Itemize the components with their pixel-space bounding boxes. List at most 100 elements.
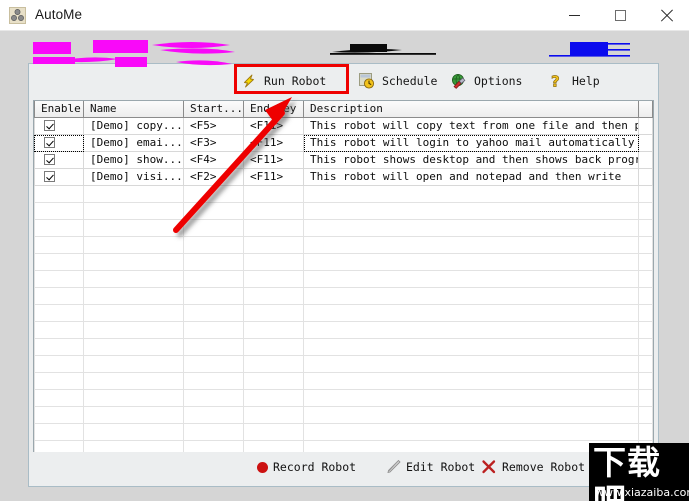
window-title: AutoMe xyxy=(35,7,83,22)
lightning-bolt-icon xyxy=(241,73,257,89)
empty-cell xyxy=(639,356,653,373)
enable-checkbox[interactable] xyxy=(44,120,55,131)
record-robot-button[interactable]: Record Robot xyxy=(257,458,356,476)
run-robot-button[interactable]: Run Robot xyxy=(241,68,326,93)
column-header-end-key[interactable]: End Key xyxy=(244,101,304,117)
empty-cell xyxy=(304,407,639,424)
table-row[interactable]: [Demo] emai... <F3> <F11> This robot wil… xyxy=(34,135,653,152)
help-button[interactable]: ? Help xyxy=(549,68,600,93)
column-header-name[interactable]: Name xyxy=(84,101,184,117)
bottom-toolbar: Record Robot Edit Robot Remove Robot xyxy=(33,452,689,484)
empty-cell xyxy=(184,424,244,441)
empty-cell xyxy=(34,339,84,356)
table-row[interactable]: [Demo] copy... <F5> <F11> This robot wil… xyxy=(34,118,653,135)
enable-checkbox[interactable] xyxy=(44,137,55,148)
empty-cell xyxy=(639,288,653,305)
options-button[interactable]: Options xyxy=(451,68,522,93)
empty-row xyxy=(34,373,653,390)
empty-cell xyxy=(304,271,639,288)
empty-cell xyxy=(184,220,244,237)
enable-checkbox[interactable] xyxy=(44,154,55,165)
row-extra-cell xyxy=(639,169,653,186)
empty-cell xyxy=(34,237,84,254)
site-watermark: 下载吧 www.xiazaiba.com xyxy=(589,443,689,501)
row-enable-cell[interactable] xyxy=(34,135,84,152)
empty-cell xyxy=(244,339,304,356)
empty-cell xyxy=(244,356,304,373)
empty-cell xyxy=(304,254,639,271)
empty-cell xyxy=(304,390,639,407)
row-end-key-cell: <F11> xyxy=(244,135,304,152)
table-row[interactable]: [Demo] visi... <F2> <F11> This robot wil… xyxy=(34,169,653,186)
maximize-button[interactable] xyxy=(597,0,643,31)
empty-row xyxy=(34,186,653,203)
close-button[interactable] xyxy=(643,0,689,31)
empty-cell xyxy=(639,305,653,322)
top-toolbar: Run Robot Schedule Options ? Help xyxy=(29,64,658,97)
empty-row xyxy=(34,305,653,322)
empty-cell xyxy=(244,271,304,288)
row-description-cell: This robot will copy text from one file … xyxy=(304,118,639,135)
empty-cell xyxy=(84,237,184,254)
empty-cell xyxy=(84,220,184,237)
remove-robot-button[interactable]: Remove Robot xyxy=(481,458,585,476)
empty-cell xyxy=(34,356,84,373)
row-enable-cell[interactable] xyxy=(34,169,84,186)
empty-cell xyxy=(84,390,184,407)
robot-list[interactable]: Enable Name Start... End Key Description… xyxy=(33,100,654,484)
empty-cell xyxy=(639,220,653,237)
empty-cell xyxy=(184,339,244,356)
empty-cell xyxy=(244,237,304,254)
empty-cell xyxy=(34,407,84,424)
watermark-url: www.xiazaiba.com xyxy=(595,486,689,499)
row-name-cell: [Demo] visi... xyxy=(84,169,184,186)
empty-cell xyxy=(244,254,304,271)
enable-checkbox[interactable] xyxy=(44,171,55,182)
empty-cell xyxy=(34,254,84,271)
empty-cell xyxy=(34,288,84,305)
minimize-icon xyxy=(568,15,580,16)
row-description-cell: This robot will open and notepad and the… xyxy=(304,169,639,186)
table-row[interactable]: [Demo] show... <F4> <F11> This robot sho… xyxy=(34,152,653,169)
empty-cell xyxy=(34,305,84,322)
work-area: Run Robot Schedule Options ? Help Enable… xyxy=(0,31,689,501)
application-window: AutoMe Run Robot Schedule Options ? Help… xyxy=(0,0,689,501)
row-start-key-cell: <F4> xyxy=(184,152,244,169)
minimize-button[interactable] xyxy=(551,0,597,31)
empty-cell xyxy=(34,373,84,390)
title-bar: AutoMe xyxy=(0,0,689,31)
edit-robot-button[interactable]: Edit Robot xyxy=(385,458,475,476)
empty-cell xyxy=(84,305,184,322)
row-start-key-cell: <F2> xyxy=(184,169,244,186)
row-enable-cell[interactable] xyxy=(34,152,84,169)
column-header-extra[interactable] xyxy=(639,101,653,117)
column-header-description[interactable]: Description xyxy=(304,101,639,117)
column-header-start-key[interactable]: Start... xyxy=(184,101,244,117)
empty-cell xyxy=(639,203,653,220)
empty-row xyxy=(34,254,653,271)
empty-cell xyxy=(84,424,184,441)
column-header-enable[interactable]: Enable xyxy=(34,101,84,117)
empty-cell xyxy=(184,322,244,339)
empty-cell xyxy=(304,339,639,356)
autome-logo-icon xyxy=(9,7,26,24)
empty-cell xyxy=(84,203,184,220)
empty-cell xyxy=(184,305,244,322)
empty-row xyxy=(34,356,653,373)
empty-cell xyxy=(34,390,84,407)
empty-cell xyxy=(84,339,184,356)
empty-cell xyxy=(184,271,244,288)
row-enable-cell[interactable] xyxy=(34,118,84,135)
row-end-key-cell: <F11> xyxy=(244,169,304,186)
empty-cell xyxy=(304,220,639,237)
empty-cell xyxy=(34,203,84,220)
empty-cell xyxy=(184,356,244,373)
schedule-button[interactable]: Schedule xyxy=(359,68,437,93)
empty-cell xyxy=(244,373,304,390)
empty-row xyxy=(34,390,653,407)
empty-cell xyxy=(34,186,84,203)
remove-robot-label: Remove Robot xyxy=(502,460,586,474)
empty-cell xyxy=(639,254,653,271)
empty-cell xyxy=(244,220,304,237)
schedule-label: Schedule xyxy=(382,73,438,88)
